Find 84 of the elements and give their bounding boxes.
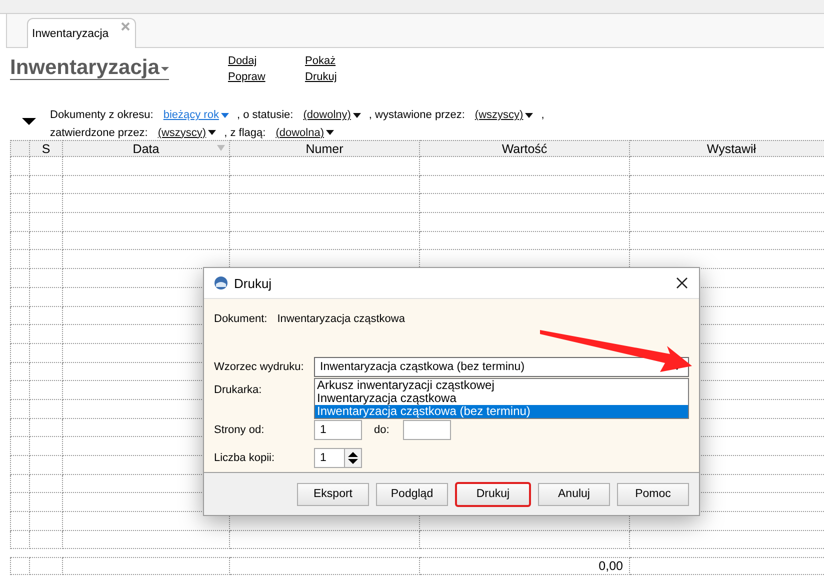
- table-cell: [10, 557, 30, 576]
- tab[interactable]: Inwentaryzacja: [27, 18, 136, 48]
- table-cell: [10, 437, 30, 456]
- table-cell: [10, 232, 30, 250]
- collapse-toggle-icon[interactable]: [22, 118, 36, 125]
- table-cell: [10, 418, 30, 438]
- table-cell: [10, 474, 30, 494]
- page-title[interactable]: Inwentaryzacja: [10, 56, 170, 80]
- copies-spinner[interactable]: 1: [314, 448, 362, 468]
- table-cell: [30, 213, 63, 232]
- column-header[interactable]: S: [30, 140, 63, 157]
- filter-dropdown[interactable]: bieżący rok: [163, 109, 229, 122]
- table-cell: [10, 493, 30, 512]
- table-cell: [10, 362, 30, 382]
- table-cell: [10, 288, 30, 306]
- filter-dropdown[interactable]: (dowolna): [276, 126, 334, 139]
- template-dropdown[interactable]: Inwentaryzacja cząstkowa (bez terminu): [314, 357, 689, 377]
- table-cell: [10, 344, 30, 363]
- field-label: Wzorzec wydruku:: [214, 361, 305, 373]
- action-link[interactable]: Popraw: [228, 71, 266, 83]
- filter-label: , z flagą:: [224, 126, 266, 139]
- filter-label: ,: [541, 109, 544, 122]
- field-label: Liczba kopii:: [214, 452, 276, 464]
- column-header[interactable]: Data: [63, 140, 230, 157]
- action-link[interactable]: Drukuj: [305, 71, 337, 83]
- dialog-button[interactable]: Eksport: [297, 482, 369, 506]
- table-cell: [10, 400, 30, 419]
- table-cell: [10, 250, 30, 270]
- filter-label: zatwierdzone przez:: [50, 126, 148, 139]
- table-cell: [30, 557, 63, 576]
- table-cell: [10, 157, 30, 176]
- table-cell: [30, 176, 63, 194]
- field-label: do:: [374, 424, 390, 436]
- field-label: Dokument:: [214, 313, 268, 325]
- table-cell: [30, 512, 63, 531]
- filter-dropdown[interactable]: (wszyscy): [474, 109, 534, 122]
- table-cell: [30, 530, 63, 550]
- table-cell: [10, 381, 30, 400]
- table-cell: [30, 232, 63, 250]
- column-header[interactable]: Numer: [230, 140, 420, 157]
- table-cell: [10, 269, 30, 288]
- table-cell: [10, 512, 30, 531]
- table-cell: [10, 306, 30, 326]
- dialog-button[interactable]: Pomoc: [617, 482, 689, 506]
- dropdown-option[interactable]: Inwentaryzacja cząstkowa (bez terminu): [315, 405, 688, 418]
- table-cell: [10, 176, 30, 194]
- table-cell: [30, 250, 63, 270]
- table-cell: [10, 213, 30, 232]
- spin-up-icon[interactable]: [348, 452, 358, 457]
- dialog-button[interactable]: Anuluj: [538, 482, 610, 506]
- table-cell: [30, 194, 63, 214]
- filter-label: Dokumenty z okresu:: [50, 109, 154, 122]
- table-cell: [10, 325, 30, 344]
- filter-label: , wystawione przez:: [368, 109, 465, 122]
- page-from-field[interactable]: 1: [314, 420, 362, 440]
- table-cell: [30, 306, 63, 326]
- spin-down-icon[interactable]: [348, 459, 358, 464]
- dialog-button[interactable]: Podgląd: [376, 482, 448, 506]
- dropdown-option[interactable]: Arkusz inwentaryzacji cząstkowej: [315, 379, 688, 392]
- filter-dropdown[interactable]: (dowolny): [303, 109, 361, 122]
- filter-dropdown[interactable]: (wszyscy): [158, 126, 216, 139]
- table-cell: [10, 194, 30, 214]
- table-cell: [30, 362, 63, 382]
- close-icon[interactable]: [675, 276, 689, 290]
- dialog-title: Drukuj: [234, 276, 273, 290]
- table-cell: [30, 418, 63, 438]
- table-cell: [10, 530, 30, 550]
- dialog-button[interactable]: Drukuj: [455, 482, 531, 506]
- action-link[interactable]: Pokaż: [305, 55, 336, 67]
- table-cell: [30, 157, 63, 176]
- table-cell: 0,00: [420, 557, 630, 576]
- column-header[interactable]: Wartość: [420, 140, 630, 157]
- filter-label: , o statusie:: [236, 109, 294, 122]
- action-link[interactable]: Dodaj: [228, 55, 257, 67]
- table-cell: [30, 474, 63, 494]
- document-name: Inwentaryzacja cząstkowa: [277, 313, 405, 325]
- field-label: Drukarka:: [214, 384, 263, 396]
- caret-icon: [161, 67, 170, 71]
- field-label: Strony od:: [214, 424, 266, 436]
- dropdown-option[interactable]: Inwentaryzacja cząstkowa: [315, 392, 688, 405]
- app-logo-icon: [214, 276, 228, 290]
- page-to-field[interactable]: [403, 420, 452, 440]
- column-header[interactable]: Wystawił: [630, 140, 824, 157]
- table-cell: [10, 456, 30, 475]
